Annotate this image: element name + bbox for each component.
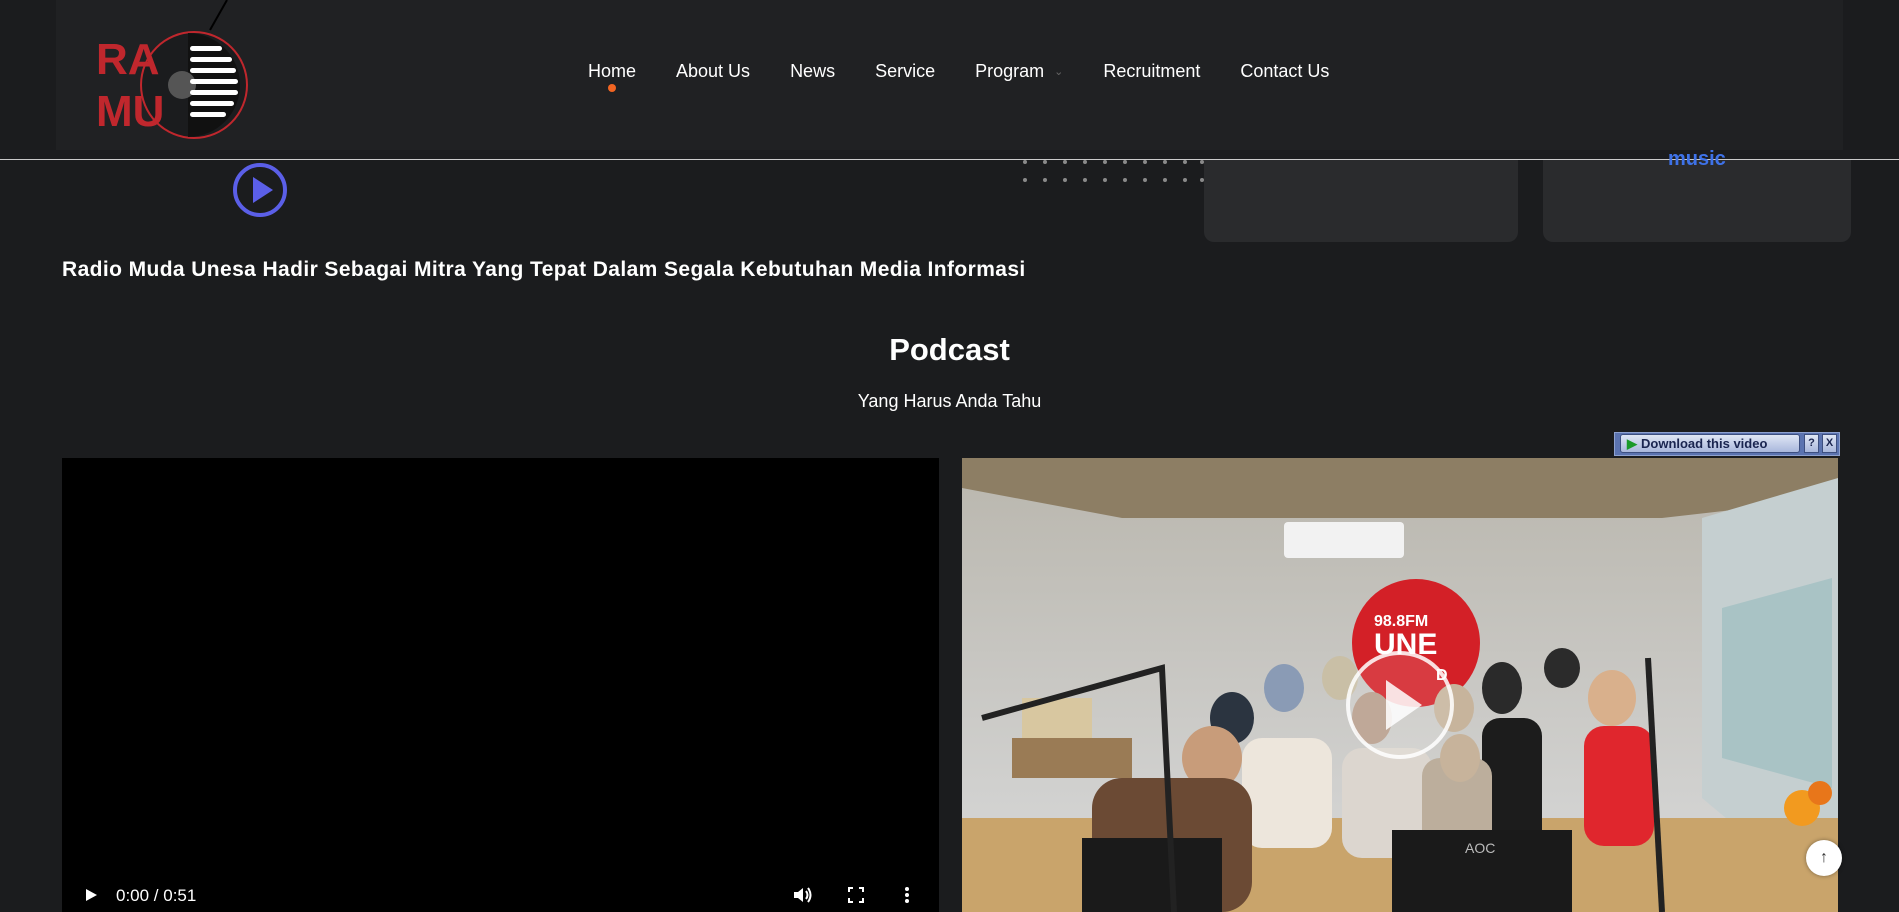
radio-play-icon[interactable] — [232, 162, 288, 218]
nav-program-label: Program — [975, 60, 1045, 81]
fullscreen-icon[interactable] — [848, 887, 864, 903]
studio-photo-thumbnail: 98.8FM UNE D AOC — [962, 458, 1838, 912]
video-time: 0:00 / 0:51 — [116, 886, 197, 905]
nav-news[interactable]: News — [790, 56, 835, 86]
scroll-to-top-button[interactable]: ↑ — [1806, 840, 1842, 876]
monitor-brand: AOC — [1465, 840, 1495, 856]
ramu-logo[interactable]: RA MU — [92, 0, 252, 148]
podcast-title: Podcast — [889, 332, 1010, 367]
nav-about-us-label: About Us — [676, 60, 751, 81]
decorative-dots — [1023, 160, 1204, 182]
site-header: RA MU Home About Us News Service Program… — [0, 0, 1899, 160]
hero-card-1 — [1204, 160, 1518, 242]
download-close-button[interactable]: X — [1822, 434, 1837, 453]
download-video-button[interactable]: ▶ Download this video — [1620, 434, 1800, 453]
nav-recruitment-label: Recruitment — [1103, 60, 1201, 81]
nav-service[interactable]: Service — [875, 56, 935, 86]
main-nav: Home About Us News Service Program ⌄ Rec… — [588, 56, 1369, 92]
nav-contact-us[interactable]: Contact Us — [1240, 56, 1329, 86]
play-arrow-icon: ▶ — [1627, 435, 1637, 451]
nav-program[interactable]: Program ⌄ — [975, 56, 1063, 86]
hero-card-2-text: music — [1668, 148, 1726, 170]
download-video-label: Download this video — [1641, 436, 1768, 451]
nav-news-label: News — [790, 60, 836, 81]
active-indicator-dot — [608, 84, 616, 92]
nav-service-label: Service — [875, 60, 936, 81]
video-player-1[interactable] — [62, 458, 939, 912]
nav-about-us[interactable]: About Us — [676, 56, 750, 86]
nav-recruitment[interactable]: Recruitment — [1103, 56, 1200, 86]
podcast-subtitle: Yang Harus Anda Tahu — [857, 391, 1042, 411]
hero-card-2 — [1543, 160, 1851, 242]
nav-home-label: Home — [588, 60, 637, 81]
download-help-button[interactable]: ? — [1804, 434, 1819, 453]
play-icon[interactable] — [84, 888, 98, 902]
nav-contact-us-label: Contact Us — [1240, 60, 1330, 81]
logo-text-line2: MU — [96, 87, 164, 136]
video-player-2[interactable]: 98.8FM UNE D AOC — [962, 458, 1838, 912]
hero-tagline: Radio Muda Unesa Hadir Sebagai Mitra Yan… — [62, 258, 1026, 281]
more-options-icon[interactable] — [904, 886, 910, 904]
arrow-up-icon: ↑ — [1820, 849, 1828, 866]
nav-home[interactable]: Home — [588, 56, 637, 92]
chevron-down-icon: ⌄ — [1054, 65, 1064, 78]
volume-icon[interactable] — [792, 886, 812, 904]
video-controls: 0:00 / 0:51 — [62, 876, 939, 912]
logo-text-line1: RA — [96, 35, 160, 84]
